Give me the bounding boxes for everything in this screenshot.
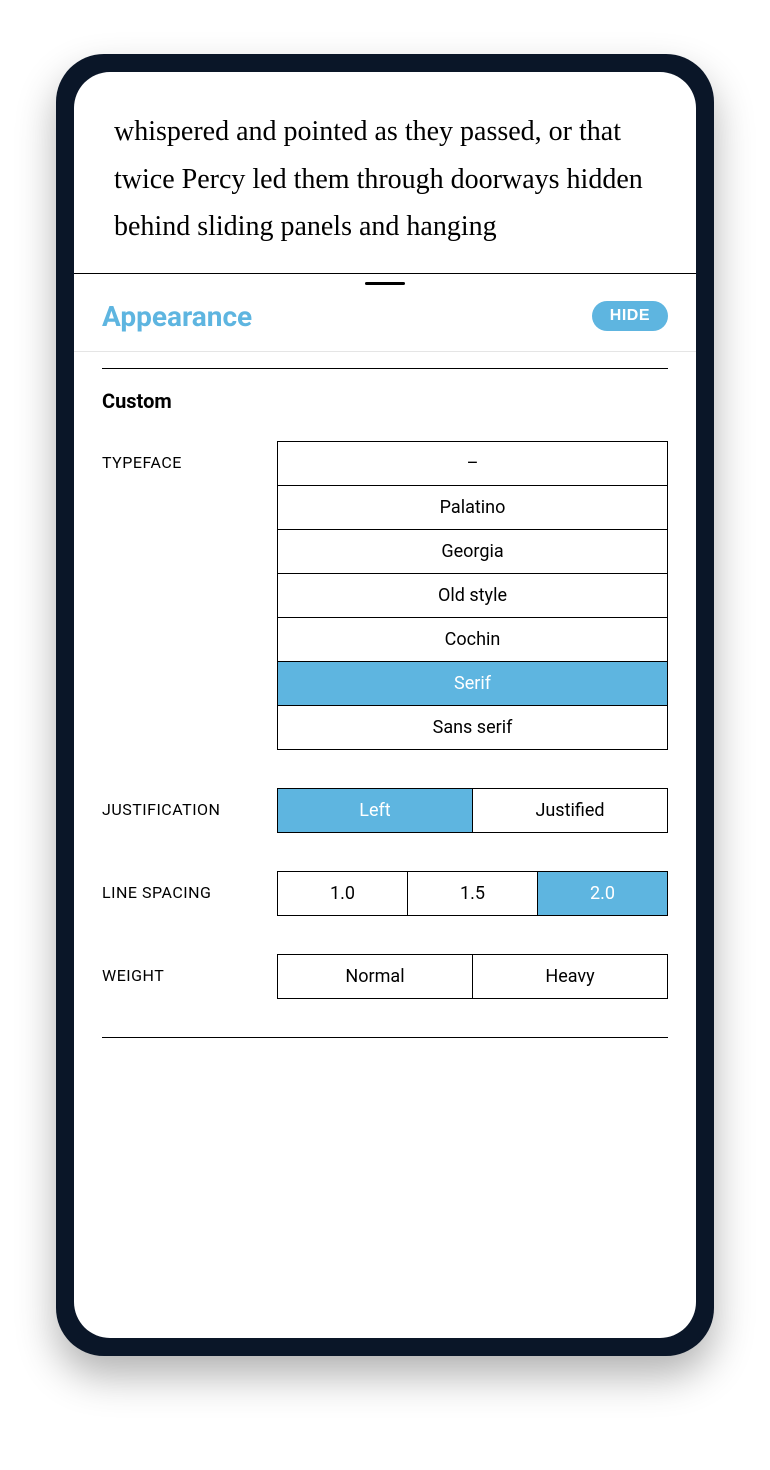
divider: [102, 1037, 668, 1038]
typeface-label: TYPEFACE: [102, 441, 277, 472]
panel-title: Appearance: [102, 300, 252, 333]
typeface-option[interactable]: Sans serif: [278, 706, 667, 749]
weight-row: WEIGHT Normal Heavy: [102, 954, 668, 999]
line-spacing-option-1[interactable]: 1.0: [278, 872, 408, 915]
panel-body: Custom TYPEFACE – Palatino Georgia Old s…: [74, 352, 696, 1338]
line-spacing-label: LINE SPACING: [102, 871, 277, 902]
typeface-option[interactable]: Georgia: [278, 530, 667, 574]
weight-segment: Normal Heavy: [277, 954, 668, 999]
justification-row: JUSTIFICATION Left Justified: [102, 788, 668, 833]
panel-header: Appearance HIDE: [74, 274, 696, 352]
weight-label: WEIGHT: [102, 954, 277, 985]
justification-option-justified[interactable]: Justified: [473, 789, 667, 832]
drag-handle-icon[interactable]: [365, 282, 405, 285]
line-spacing-options: 1.0 1.5 2.0: [277, 871, 668, 916]
typeface-option[interactable]: Old style: [278, 574, 667, 618]
weight-options: Normal Heavy: [277, 954, 668, 999]
typeface-option[interactable]: –: [278, 442, 667, 486]
line-spacing-option-1-5[interactable]: 1.5: [408, 872, 538, 915]
reader-text: whispered and pointed as they passed, or…: [74, 72, 696, 274]
device-frame: whispered and pointed as they passed, or…: [56, 54, 714, 1356]
divider: [102, 368, 668, 369]
typeface-options: – Palatino Georgia Old style Cochin Seri…: [277, 441, 668, 750]
section-title: Custom: [102, 389, 668, 413]
typeface-list: – Palatino Georgia Old style Cochin Seri…: [277, 441, 668, 750]
line-spacing-segment: 1.0 1.5 2.0: [277, 871, 668, 916]
line-spacing-row: LINE SPACING 1.0 1.5 2.0: [102, 871, 668, 916]
justification-segment: Left Justified: [277, 788, 668, 833]
screen: whispered and pointed as they passed, or…: [74, 72, 696, 1338]
justification-options: Left Justified: [277, 788, 668, 833]
typeface-option[interactable]: Cochin: [278, 618, 667, 662]
typeface-option[interactable]: Palatino: [278, 486, 667, 530]
typeface-row: TYPEFACE – Palatino Georgia Old style Co…: [102, 441, 668, 750]
typeface-option[interactable]: Serif: [278, 662, 667, 706]
weight-option-normal[interactable]: Normal: [278, 955, 473, 998]
justification-option-left[interactable]: Left: [278, 789, 473, 832]
weight-option-heavy[interactable]: Heavy: [473, 955, 667, 998]
line-spacing-option-2[interactable]: 2.0: [538, 872, 667, 915]
hide-button[interactable]: HIDE: [592, 301, 668, 331]
justification-label: JUSTIFICATION: [102, 788, 277, 819]
